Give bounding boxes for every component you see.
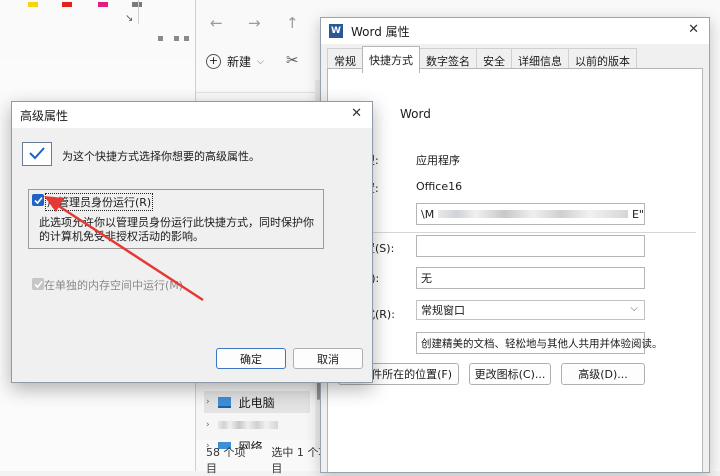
- word-app-icon: W: [329, 24, 343, 38]
- shortcut-key-value: 无: [421, 272, 432, 285]
- new-button-label: 新建: [227, 55, 252, 69]
- nav-item-this-pc[interactable]: › 此电脑: [204, 391, 310, 413]
- word-ribbon-strip: ↘: [0, 0, 200, 61]
- advanced-label: 高级(D)...: [578, 368, 628, 381]
- run-select-value: 常规窗口: [421, 304, 465, 317]
- dialog-launcher-icon[interactable]: ↘: [125, 13, 133, 24]
- shortcut-check-icon: [22, 142, 52, 166]
- comment-field[interactable]: 创建精美的文档、轻松地与其他人共用并体验阅读。: [416, 332, 663, 354]
- change-icon-label: 更改图标(C)...: [474, 368, 546, 381]
- shortcut-tab-panel: W Word 型: 应用程序 置: Office16 \M E" 置(S): K…: [327, 68, 703, 472]
- toolbar-divider: [196, 92, 316, 93]
- plus-icon: +: [206, 54, 221, 69]
- dialog-title: Word 属性: [351, 24, 410, 39]
- ruler-marker: [158, 36, 163, 41]
- blurred-target-path: [438, 210, 628, 218]
- cut-icon[interactable]: ✂: [286, 51, 299, 69]
- new-button[interactable]: + 新建 ⌵: [206, 53, 264, 70]
- section-divider: [338, 232, 696, 233]
- target-prefix: \M: [421, 207, 435, 221]
- ribbon-color-swatch[interactable]: [28, 2, 38, 7]
- cancel-button[interactable]: 取消: [293, 348, 363, 369]
- open-file-location-label: 文件所在的位置(F): [360, 368, 452, 381]
- word-properties-dialog: W Word 属性 ✕ 常规 快捷方式 数字签名 安全 详细信息 以前的版本 W…: [320, 17, 710, 473]
- computer-icon: [217, 396, 231, 408]
- cancel-button-label: 取消: [317, 352, 339, 366]
- tab-shortcut[interactable]: 快捷方式: [362, 46, 420, 73]
- advanced-button[interactable]: 高级(D)...: [561, 363, 645, 385]
- start-in-field[interactable]: [416, 235, 645, 257]
- up-arrow-icon[interactable]: ↑: [286, 14, 299, 32]
- run-as-admin-group: 用管理员身份运行(R) 此选项允许你以管理员身份运行此快捷方式，同时保护你的计算…: [28, 189, 324, 249]
- target-type-value: 应用程序: [416, 154, 460, 167]
- separate-memory-label: 在单独的内存空间中运行(M): [44, 279, 184, 292]
- nav-item-label: 此电脑: [238, 395, 275, 410]
- chevron-down-icon: ⌵: [257, 56, 264, 67]
- ribbon-color-swatch[interactable]: [62, 2, 72, 7]
- app-name: Word: [400, 107, 431, 121]
- close-icon[interactable]: ✕: [688, 22, 699, 37]
- ruler-marker: [184, 36, 189, 41]
- target-location-value: Office16: [416, 180, 463, 193]
- ok-button[interactable]: 确定: [216, 348, 286, 369]
- ribbon-color-swatch[interactable]: [132, 2, 142, 7]
- ribbon-color-swatch[interactable]: [98, 2, 108, 7]
- dialog-title: 高级属性: [20, 108, 69, 123]
- chevron-right-icon: ›: [206, 397, 210, 407]
- close-icon[interactable]: ✕: [351, 106, 362, 121]
- status-item-count: 58 个项目: [206, 446, 246, 475]
- run-as-admin-note: 此选项允许你以管理员身份运行此快捷方式，同时保护你的计算机免受非授权活动的影响。: [39, 216, 314, 243]
- ok-button-label: 确定: [240, 352, 262, 366]
- blurred-item-name: [217, 421, 278, 429]
- shortcut-key-field[interactable]: 无: [416, 267, 645, 289]
- ribbon-divider: [138, 0, 139, 24]
- comment-value: 创建精美的文档、轻松地与其他人共用并体验阅读。: [421, 337, 663, 350]
- ruler-marker: [174, 36, 179, 41]
- separate-memory-checkbox: [32, 278, 44, 290]
- status-bar: 58 个项目 选中 1 个项目: [196, 446, 336, 475]
- advanced-properties-dialog: 高级属性 ✕ 为这个快捷方式选择你想要的高级属性。 用管理员身份运行(R) 此选…: [11, 101, 373, 383]
- chevron-down-icon: ⌵: [630, 303, 638, 314]
- dialog-titlebar: 高级属性 ✕: [12, 102, 372, 128]
- target-field[interactable]: \M E": [416, 203, 645, 225]
- dialog-titlebar: W Word 属性 ✕: [321, 18, 709, 44]
- chevron-right-icon: ›: [206, 420, 210, 430]
- run-select[interactable]: 常规窗口 ⌵: [416, 300, 645, 320]
- target-suffix: E": [631, 207, 644, 221]
- forward-arrow-icon[interactable]: →: [248, 14, 261, 32]
- run-as-admin-checkbox[interactable]: [32, 194, 44, 206]
- change-icon-button[interactable]: 更改图标(C)...: [469, 363, 551, 385]
- dialog-description: 为这个快捷方式选择你想要的高级属性。: [62, 150, 260, 163]
- back-arrow-icon[interactable]: ←: [210, 14, 223, 32]
- nav-item-blurred[interactable]: ›: [206, 420, 278, 430]
- run-as-admin-label[interactable]: 用管理员身份运行(R): [45, 193, 154, 211]
